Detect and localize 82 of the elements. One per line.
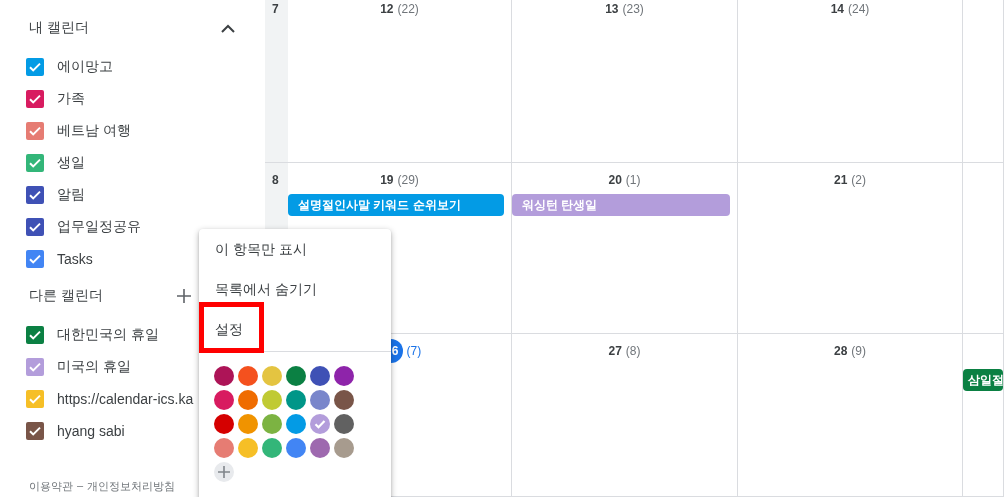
checkbox[interactable] (26, 186, 44, 204)
color-swatch[interactable] (214, 414, 234, 434)
calendar-item[interactable]: 알림 (0, 179, 265, 211)
checkbox[interactable] (26, 58, 44, 76)
color-swatch[interactable] (214, 438, 234, 458)
checkbox[interactable] (26, 358, 44, 376)
lunar-date: (22) (397, 2, 419, 16)
color-swatch[interactable] (286, 390, 306, 410)
day-date[interactable]: 13 (605, 2, 619, 16)
day-cell[interactable]: 21 (2) (738, 163, 963, 334)
day-date[interactable]: 28 (834, 344, 848, 358)
calendar-item[interactable]: 가족 (0, 83, 265, 115)
separator: – (77, 479, 84, 493)
checkbox[interactable] (26, 390, 44, 408)
lunar-date: (2) (851, 173, 866, 187)
calendar-item[interactable]: hyang sabi (0, 415, 265, 447)
color-swatch[interactable] (310, 438, 330, 458)
calendar-item[interactable]: 생일 (0, 147, 265, 179)
week-number: 8 (272, 173, 279, 187)
color-swatch[interactable] (286, 414, 306, 434)
lunar-date: (29) (397, 173, 419, 187)
checkbox[interactable] (26, 122, 44, 140)
day-date[interactable]: 20 (608, 173, 622, 187)
color-swatch[interactable] (310, 414, 330, 434)
color-swatch[interactable] (334, 366, 354, 386)
color-swatch[interactable] (262, 414, 282, 434)
section-title[interactable]: 내 캘린더 (29, 19, 221, 37)
lunar-date: (1) (625, 173, 641, 187)
color-swatch[interactable] (262, 438, 282, 458)
lunar-date: (23) (622, 2, 644, 16)
calendar-item[interactable]: 미국의 휴일 (0, 351, 265, 383)
color-swatch[interactable] (214, 366, 234, 386)
lunar-date: (9) (851, 344, 866, 358)
checkbox[interactable] (26, 218, 44, 236)
color-swatch[interactable] (286, 438, 306, 458)
color-swatch[interactable] (238, 438, 258, 458)
day-date[interactable]: 27 (608, 344, 622, 358)
color-swatch[interactable] (286, 366, 306, 386)
day-cell[interactable]: 12 (22) (288, 0, 512, 163)
check-icon (313, 417, 327, 431)
privacy-link[interactable]: 개인정보처리방침 (87, 479, 176, 494)
lunar-date: (24) (848, 2, 870, 16)
lunar-date: (7) (406, 344, 422, 358)
week-number: 7 (272, 2, 279, 16)
checkbox[interactable] (26, 250, 44, 268)
lunar-date: (8) (625, 344, 641, 358)
day-date[interactable]: 19 (380, 173, 394, 187)
color-swatch[interactable] (334, 414, 354, 434)
day-cell[interactable]: 27 (8) (512, 334, 738, 497)
color-swatch[interactable] (262, 390, 282, 410)
color-swatch[interactable] (238, 366, 258, 386)
day-cell[interactable]: 13 (23) (512, 0, 738, 163)
calendar-item[interactable]: 베트남 여행 (0, 115, 265, 147)
checkbox[interactable] (26, 326, 44, 344)
day-date[interactable]: 14 (830, 2, 844, 16)
section-title[interactable]: 다른 캘린더 (29, 287, 177, 305)
checkbox[interactable] (26, 90, 44, 108)
checkbox[interactable] (26, 422, 44, 440)
color-swatch[interactable] (334, 438, 354, 458)
day-cell[interactable] (963, 0, 1004, 163)
day-cell[interactable] (963, 163, 1004, 334)
event-chip[interactable]: 삼일절 (963, 369, 1003, 391)
add-icon[interactable] (177, 289, 191, 303)
color-swatch[interactable] (262, 366, 282, 386)
color-swatch[interactable] (238, 390, 258, 410)
day-cell[interactable]: 20 (1) 워싱턴 탄생일 (512, 163, 738, 334)
calendar-item[interactable]: https://calendar-ics.ka (0, 383, 265, 415)
color-swatch[interactable] (238, 414, 258, 434)
terms-link[interactable]: 이용약관 (29, 479, 73, 494)
calendar-item[interactable]: 에이망고 (0, 51, 265, 83)
color-swatch[interactable] (310, 390, 330, 410)
color-swatch[interactable] (310, 366, 330, 386)
day-cell[interactable]: 28 (9) (738, 334, 963, 497)
chevron-up-icon[interactable] (221, 23, 235, 33)
day-cell[interactable]: 삼일절 (963, 334, 1004, 497)
add-color-icon[interactable] (214, 462, 234, 482)
color-swatch[interactable] (214, 390, 234, 410)
day-cell[interactable]: 14 (24) (738, 0, 963, 163)
checkbox[interactable] (26, 154, 44, 172)
color-swatch[interactable] (334, 390, 354, 410)
day-date[interactable]: 21 (834, 173, 848, 187)
day-date[interactable]: 12 (380, 2, 394, 16)
